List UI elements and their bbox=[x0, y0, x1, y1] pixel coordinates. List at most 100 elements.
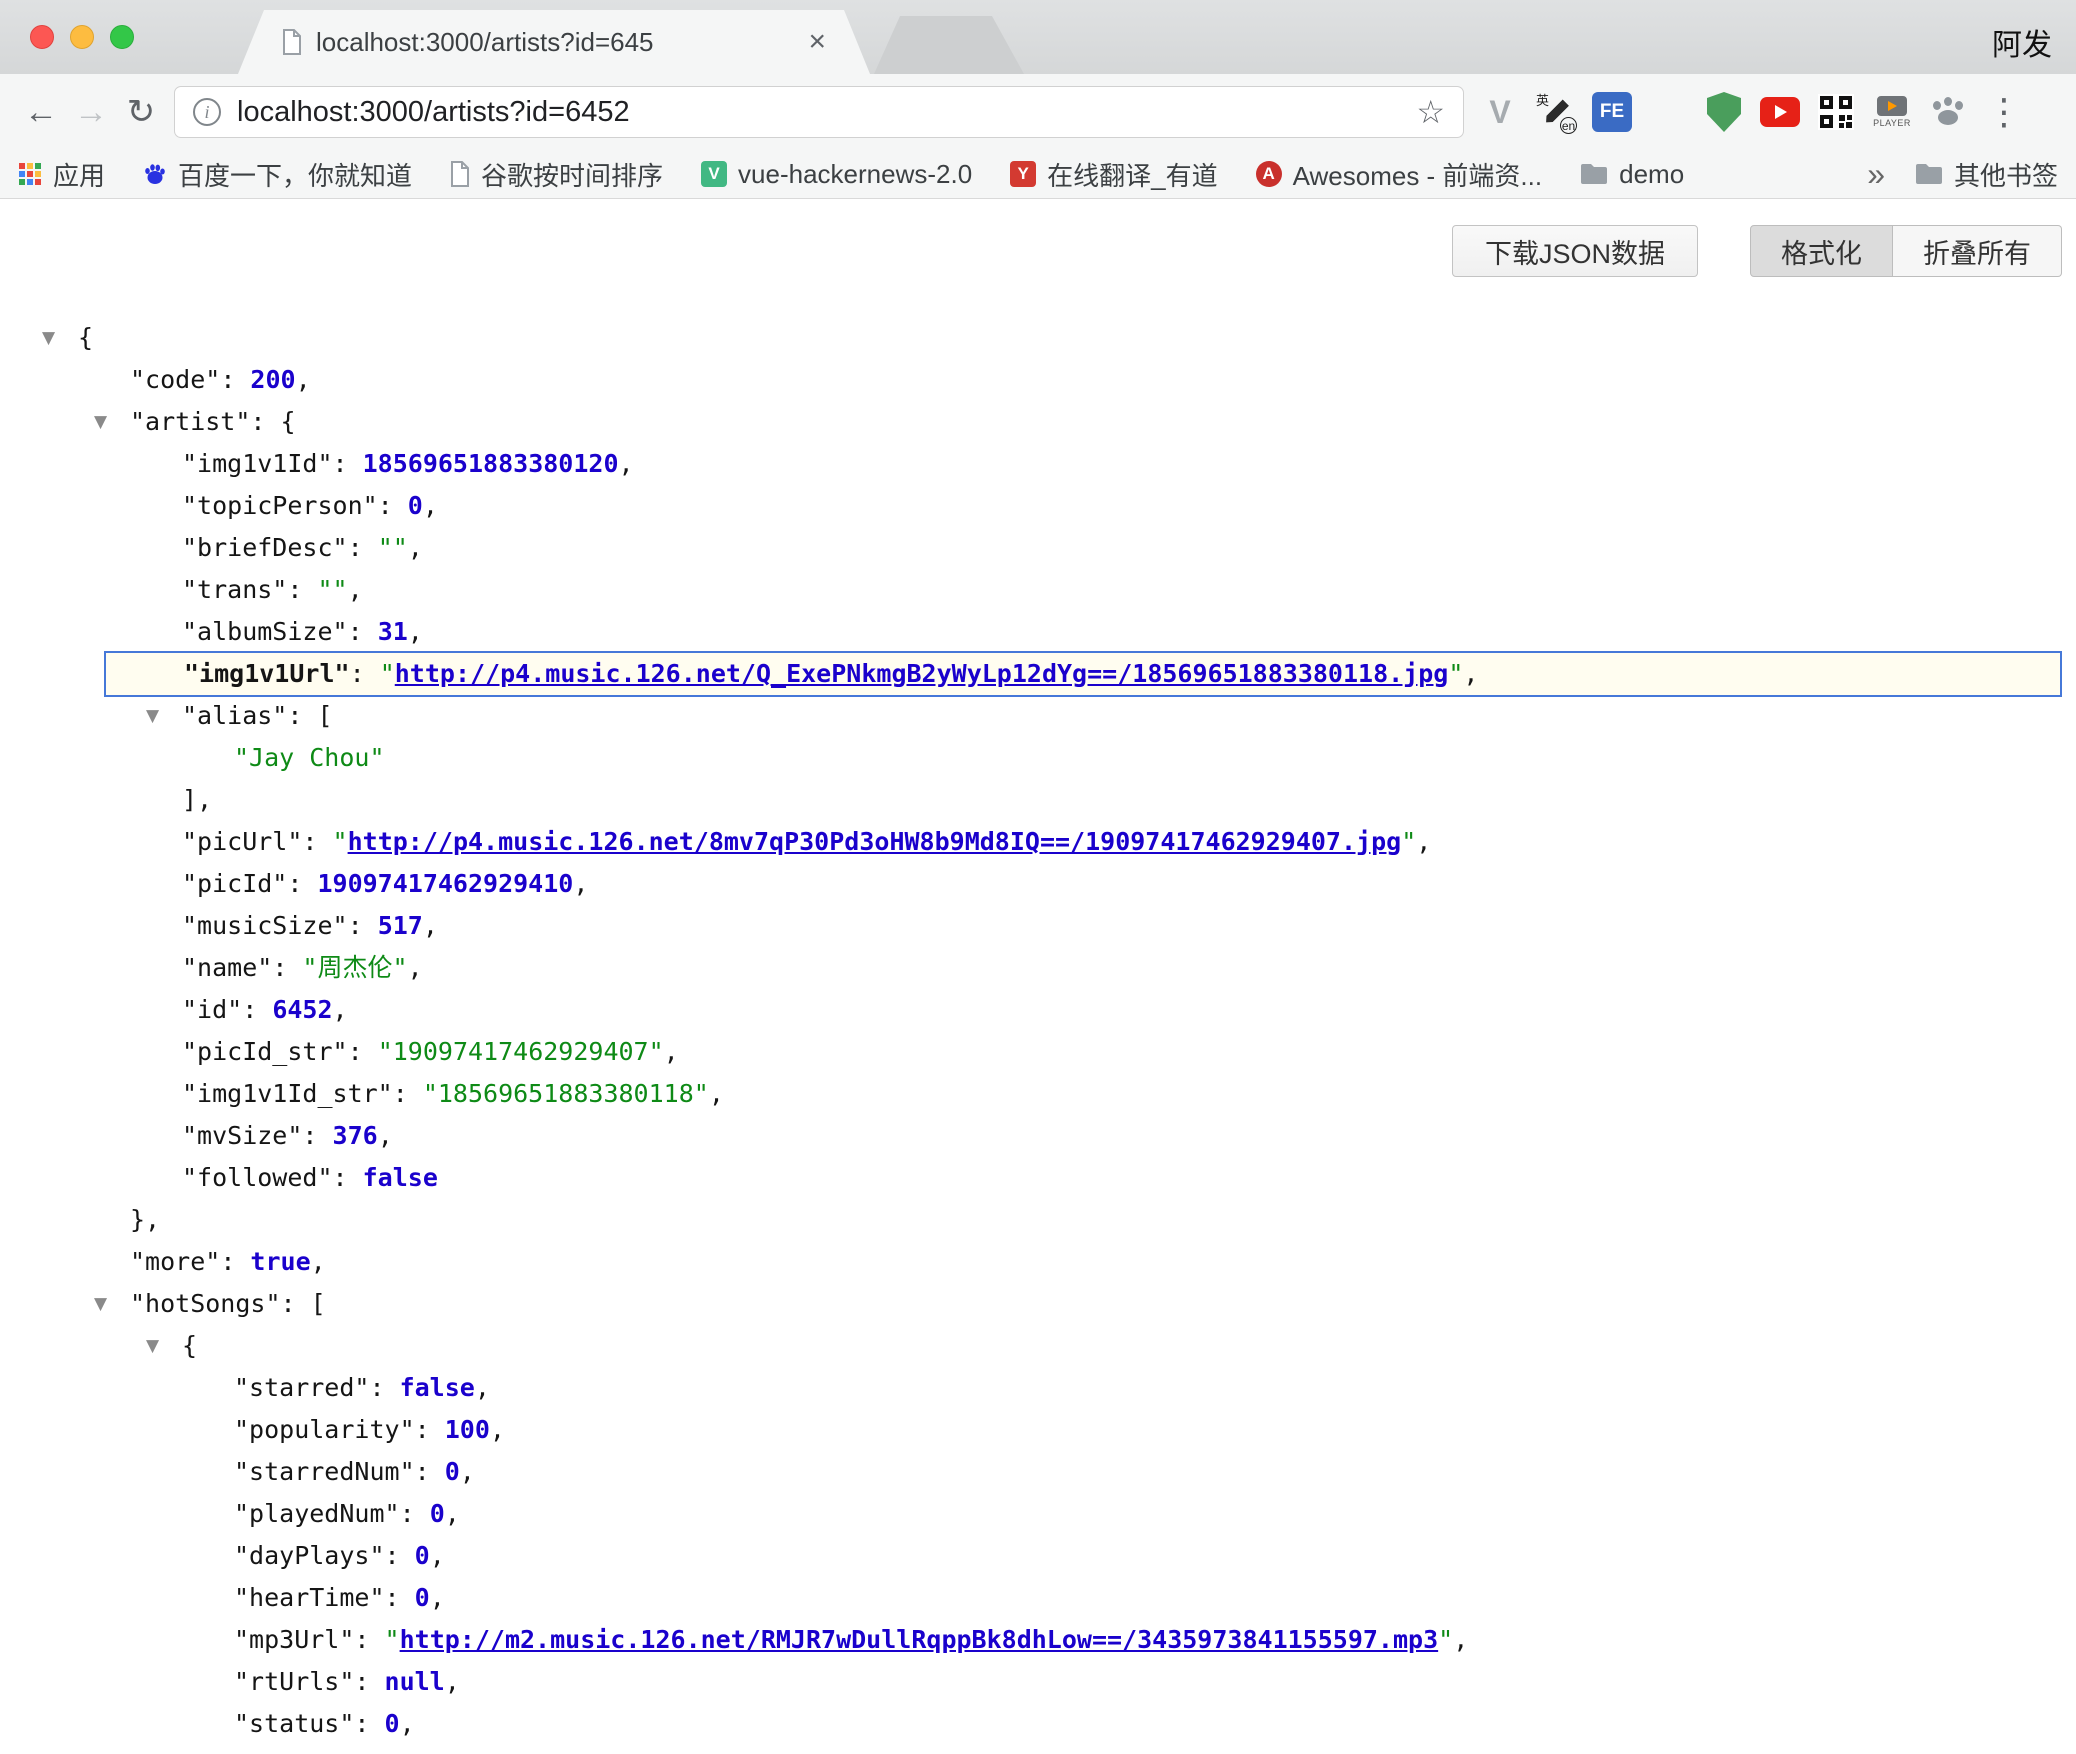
paw-extension-icon[interactable] bbox=[1924, 88, 1972, 136]
collapse-toggle-icon[interactable]: ▼ bbox=[42, 317, 55, 359]
bookmark-vue-hackernews[interactable]: V vue-hackernews-2.0 bbox=[701, 159, 972, 190]
youtube-icon bbox=[1760, 97, 1800, 127]
collapse-toggle-icon[interactable]: ▼ bbox=[146, 695, 159, 737]
json-key: "hearTime" bbox=[234, 1583, 385, 1612]
json-url-link[interactable]: http://p4.music.126.net/Q_ExePNkmgB2yWyL… bbox=[395, 659, 1449, 688]
json-punct: : bbox=[287, 575, 317, 604]
json-string: "" bbox=[317, 575, 347, 604]
new-tab-button[interactable] bbox=[874, 16, 1024, 74]
player-icon bbox=[1877, 96, 1907, 116]
json-string: "Jay Chou" bbox=[234, 743, 385, 772]
json-punct: : bbox=[220, 1247, 250, 1276]
json-key: "code" bbox=[130, 365, 220, 394]
json-line: "starredNum": 0, bbox=[0, 1451, 2076, 1493]
json-punct: }, bbox=[130, 1205, 160, 1234]
browser-tab[interactable]: localhost:3000/artists?id=645 × bbox=[238, 10, 870, 74]
json-punct: : bbox=[385, 1541, 415, 1570]
vimium-extension-icon[interactable]: V bbox=[1476, 88, 1524, 136]
json-punct: , bbox=[573, 869, 588, 898]
browser-menu-button[interactable]: ⋮ bbox=[1980, 88, 2028, 136]
json-punct: : bbox=[272, 953, 302, 982]
json-punct: : bbox=[348, 617, 378, 646]
bookmark-awesomes[interactable]: A Awesomes - 前端资... bbox=[1256, 156, 1542, 193]
site-info-icon[interactable]: i bbox=[193, 98, 221, 126]
shield-extension-icon[interactable] bbox=[1700, 88, 1748, 136]
apps-grid-icon bbox=[18, 162, 42, 186]
json-punct: : { bbox=[250, 407, 295, 436]
json-number: 6452 bbox=[272, 995, 332, 1024]
tab-title: localhost:3000/artists?id=645 bbox=[316, 27, 794, 58]
json-key: "trans" bbox=[182, 575, 287, 604]
collapse-toggle-icon[interactable]: ▼ bbox=[94, 1283, 107, 1325]
window-zoom-button[interactable] bbox=[110, 25, 134, 49]
json-punct: , bbox=[408, 617, 423, 646]
youdao-translate-extension-icon[interactable]: 英 en bbox=[1532, 88, 1580, 136]
bookmarks-overflow-chevron[interactable]: » bbox=[1867, 156, 1885, 193]
download-json-button[interactable]: 下载JSON数据 bbox=[1452, 225, 1698, 277]
json-key: "img1v1Url" bbox=[184, 659, 350, 688]
json-punct: : bbox=[348, 911, 378, 940]
address-bar[interactable]: i localhost:3000/artists?id=6452 ☆ bbox=[174, 86, 1464, 138]
window-minimize-button[interactable] bbox=[70, 25, 94, 49]
player-extension-icon[interactable]: PLAYER bbox=[1868, 88, 1916, 136]
json-line: "dayPlays": 0, bbox=[0, 1535, 2076, 1577]
bookmark-baidu[interactable]: 百度一下，你就知道 bbox=[143, 156, 412, 193]
reload-button[interactable]: ↻ bbox=[116, 92, 166, 132]
json-punct: : [ bbox=[281, 1289, 326, 1318]
tab-close-icon[interactable]: × bbox=[808, 27, 826, 57]
collapse-toggle-icon[interactable]: ▼ bbox=[94, 401, 107, 443]
back-button[interactable]: ← bbox=[16, 93, 66, 132]
json-punct: , bbox=[1416, 827, 1431, 856]
json-punct: , bbox=[408, 533, 423, 562]
json-punct: : bbox=[393, 1079, 423, 1108]
collapse-all-button[interactable]: 折叠所有 bbox=[1893, 225, 2062, 277]
json-line: "id": 6452, bbox=[0, 989, 2076, 1031]
bookmark-star-icon[interactable]: ☆ bbox=[1416, 93, 1445, 131]
qr-code-icon bbox=[1818, 94, 1854, 130]
bookmark-youdao-translate[interactable]: Y 在线翻译_有道 bbox=[1010, 156, 1217, 193]
json-url-link[interactable]: http://m2.music.126.net/RMJR7wDullRqppBk… bbox=[400, 1625, 1439, 1654]
json-punct: , bbox=[400, 1709, 415, 1738]
json-key: "artist" bbox=[130, 407, 250, 436]
bookmark-google-sort[interactable]: 谷歌按时间排序 bbox=[450, 156, 663, 193]
profile-name[interactable]: 阿发 bbox=[1992, 20, 2052, 64]
folder-icon bbox=[1915, 163, 1943, 185]
window-close-button[interactable] bbox=[30, 25, 54, 49]
json-punct: , bbox=[445, 1667, 460, 1696]
json-keyword: null bbox=[385, 1667, 445, 1696]
bookmark-apps[interactable]: 应用 bbox=[18, 156, 105, 193]
json-number: 0 bbox=[415, 1583, 430, 1612]
other-bookmarks-label: 其他书签 bbox=[1954, 156, 2058, 193]
json-line: "followed": false bbox=[0, 1157, 2076, 1199]
fe-extension-icon[interactable]: FE bbox=[1588, 88, 1636, 136]
kebab-menu-icon: ⋮ bbox=[1986, 91, 2022, 133]
json-punct: ], bbox=[182, 785, 212, 814]
other-bookmarks-folder[interactable]: 其他书签 bbox=[1915, 156, 2058, 193]
bookmark-label: 在线翻译_有道 bbox=[1047, 156, 1217, 193]
bookmark-label: demo bbox=[1619, 159, 1684, 190]
json-punct: : bbox=[348, 533, 378, 562]
format-button[interactable]: 格式化 bbox=[1750, 225, 1893, 277]
json-keyword: false bbox=[363, 1163, 438, 1192]
json-key: "briefDesc" bbox=[182, 533, 348, 562]
collapse-toggle-icon[interactable]: ▼ bbox=[146, 1325, 159, 1367]
json-number: 0 bbox=[430, 1499, 445, 1528]
json-punct: , bbox=[378, 1121, 393, 1150]
json-punct: : bbox=[354, 1667, 384, 1696]
json-punct: , bbox=[430, 1541, 445, 1570]
user-extension-icon[interactable] bbox=[1644, 88, 1692, 136]
forward-button[interactable]: → bbox=[66, 93, 116, 132]
json-punct: : bbox=[369, 1373, 399, 1402]
json-url-link[interactable]: http://p4.music.126.net/8mv7qP30Pd3oHW8b… bbox=[348, 827, 1402, 856]
json-key: "name" bbox=[182, 953, 272, 982]
json-punct: : bbox=[385, 1583, 415, 1612]
awesomes-icon: A bbox=[1256, 161, 1282, 187]
json-punct: , bbox=[333, 995, 348, 1024]
youtube-extension-icon[interactable] bbox=[1756, 88, 1804, 136]
json-line: "rtUrls": null, bbox=[0, 1661, 2076, 1703]
json-string: "19097417462929407" bbox=[378, 1037, 664, 1066]
json-line: "picId": 19097417462929410, bbox=[0, 863, 2076, 905]
qr-code-extension-icon[interactable] bbox=[1812, 88, 1860, 136]
bookmark-demo-folder[interactable]: demo bbox=[1580, 159, 1684, 190]
url-text[interactable]: localhost:3000/artists?id=6452 bbox=[237, 96, 1400, 129]
